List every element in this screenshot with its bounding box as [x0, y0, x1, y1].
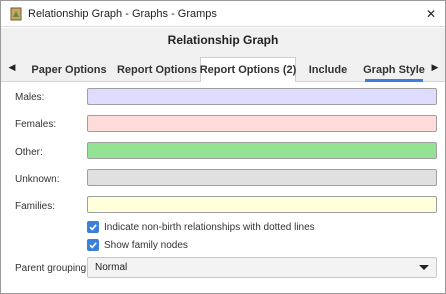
dotted-lines-option[interactable]: Indicate non-birth relationships with do… [87, 221, 315, 233]
families-color-button[interactable] [87, 196, 437, 213]
close-icon: ✕ [425, 7, 437, 21]
tab-include[interactable]: Include [297, 57, 359, 82]
unknown-label: Unknown: [15, 174, 60, 185]
tab-scroll-right-button[interactable]: ▶ [429, 60, 441, 74]
tab-report-options-2[interactable]: Report Options (2) [200, 57, 296, 82]
graph-style-panel: Males: Females: Other: Unknown: Families… [1, 83, 445, 293]
tab-report-options[interactable]: Report Options [115, 57, 199, 82]
checkmark-icon [89, 242, 97, 249]
males-color-button[interactable] [87, 88, 437, 105]
parent-grouping-select[interactable]: Normal [87, 257, 437, 278]
parent-grouping-value: Normal [95, 262, 128, 273]
other-label: Other: [15, 147, 43, 158]
tab-paper-options[interactable]: Paper Options [23, 57, 115, 82]
window-title: Relationship Graph - Graphs - Gramps [28, 8, 217, 20]
title-bar: Relationship Graph - Graphs - Gramps ✕ [1, 1, 445, 27]
tab-label: Report Options [116, 63, 198, 76]
dialog-title: Relationship Graph [167, 33, 279, 47]
tab-bar: ◀ Paper Options Report Options Report Op… [1, 52, 445, 82]
dialog-window: Relationship Graph - Graphs - Gramps ✕ R… [0, 0, 446, 294]
tab-label: Report Options (2) [199, 64, 297, 76]
families-label: Families: [15, 201, 56, 212]
chevron-left-icon: ◀ [8, 61, 16, 72]
family-nodes-checkbox[interactable] [87, 239, 99, 251]
parent-grouping-label: Parent grouping: [15, 263, 89, 274]
close-button[interactable]: ✕ [417, 1, 445, 27]
tab-label: Include [308, 63, 348, 76]
chevron-right-icon: ▶ [431, 61, 439, 72]
family-nodes-label: Show family nodes [104, 239, 188, 251]
family-nodes-option[interactable]: Show family nodes [87, 239, 188, 251]
dotted-lines-checkbox[interactable] [87, 221, 99, 233]
tab-label: Graph Style [363, 63, 425, 76]
tab-label: Paper Options [31, 63, 107, 76]
gramps-app-icon [9, 7, 23, 21]
unknown-color-button[interactable] [87, 169, 437, 186]
checkmark-icon [89, 224, 97, 231]
tab-graph-style[interactable]: Graph Style [359, 57, 429, 82]
dialog-header: Relationship Graph [1, 28, 445, 52]
females-color-button[interactable] [87, 115, 437, 132]
other-color-button[interactable] [87, 142, 437, 159]
tab-scroll-left-button[interactable]: ◀ [6, 60, 18, 74]
males-label: Males: [15, 92, 45, 103]
dotted-lines-label: Indicate non-birth relationships with do… [104, 221, 315, 233]
dropdown-arrow-icon [419, 265, 429, 270]
females-label: Females: [15, 119, 57, 130]
